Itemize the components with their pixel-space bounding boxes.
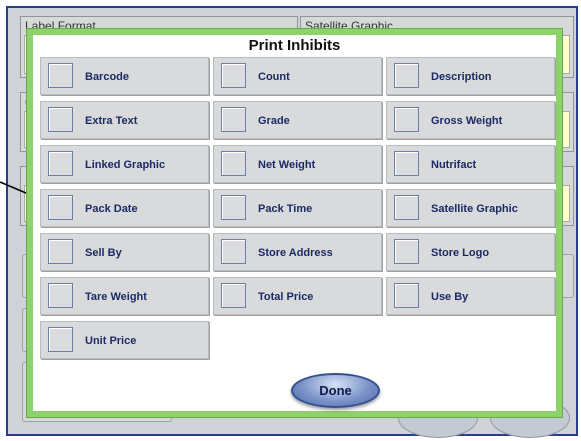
option-barcode[interactable]: Barcode (40, 57, 209, 95)
option-label: Tare Weight (85, 291, 147, 303)
option-label: Count (258, 71, 290, 83)
option-extra-text[interactable]: Extra Text (40, 101, 209, 139)
checkbox-description[interactable] (394, 63, 419, 88)
option-label: Store Address (258, 247, 333, 259)
option-label: Unit Price (85, 335, 137, 347)
checkbox-net-weight[interactable] (221, 151, 246, 176)
option-nutrifact[interactable]: Nutrifact (386, 145, 555, 183)
option-net-weight[interactable]: Net Weight (213, 145, 382, 183)
option-store-logo[interactable]: Store Logo (386, 233, 555, 271)
option-use-by[interactable]: Use By (386, 277, 555, 315)
option-gross-weight[interactable]: Gross Weight (386, 101, 555, 139)
checkbox-sell-by[interactable] (48, 239, 73, 264)
option-store-address[interactable]: Store Address (213, 233, 382, 271)
option-label: Pack Time (258, 203, 313, 215)
checkbox-tare-weight[interactable] (48, 283, 73, 308)
checkbox-total-price[interactable] (221, 283, 246, 308)
option-label: Satellite Graphic (431, 203, 518, 215)
option-label: Gross Weight (431, 115, 503, 127)
option-label: Use By (431, 291, 469, 303)
option-linked-graphic[interactable]: Linked Graphic (40, 145, 209, 183)
option-label: Net Weight (258, 159, 316, 171)
checkbox-use-by[interactable] (394, 283, 419, 308)
checkbox-store-address[interactable] (221, 239, 246, 264)
option-label: Description (431, 71, 492, 83)
option-unit-price[interactable]: Unit Price (40, 321, 209, 359)
done-button[interactable]: Done (291, 373, 380, 408)
option-label: Linked Graphic (85, 159, 166, 171)
option-label: Extra Text (85, 115, 138, 127)
checkbox-grade[interactable] (221, 107, 246, 132)
print-inhibits-dialog: Print Inhibits Barcode Count Description Ex… (26, 28, 563, 418)
option-description[interactable]: Description (386, 57, 555, 95)
checkbox-pack-date[interactable] (48, 195, 73, 220)
checkbox-count[interactable] (221, 63, 246, 88)
option-label: Total Price (258, 291, 314, 303)
option-label: Nutrifact (431, 159, 477, 171)
option-count[interactable]: Count (213, 57, 382, 95)
option-pack-date[interactable]: Pack Date (40, 189, 209, 227)
checkbox-gross-weight[interactable] (394, 107, 419, 132)
checkbox-barcode[interactable] (48, 63, 73, 88)
option-label: Grade (258, 115, 290, 127)
checkbox-unit-price[interactable] (48, 327, 73, 352)
checkbox-store-logo[interactable] (394, 239, 419, 264)
checkbox-satellite-graphic[interactable] (394, 195, 419, 220)
checkbox-extra-text[interactable] (48, 107, 73, 132)
checkbox-linked-graphic[interactable] (48, 151, 73, 176)
option-label: Pack Date (85, 203, 138, 215)
option-satellite-graphic[interactable]: Satellite Graphic (386, 189, 555, 227)
option-label: Barcode (85, 71, 130, 83)
option-grade[interactable]: Grade (213, 101, 382, 139)
checkbox-pack-time[interactable] (221, 195, 246, 220)
option-tare-weight[interactable]: Tare Weight (40, 277, 209, 315)
option-pack-time[interactable]: Pack Time (213, 189, 382, 227)
dialog-title: Print Inhibits (248, 37, 341, 54)
option-total-price[interactable]: Total Price (213, 277, 382, 315)
checkbox-nutrifact[interactable] (394, 151, 419, 176)
option-sell-by[interactable]: Sell By (40, 233, 209, 271)
option-label: Sell By (85, 247, 122, 259)
option-label: Store Logo (431, 247, 490, 259)
